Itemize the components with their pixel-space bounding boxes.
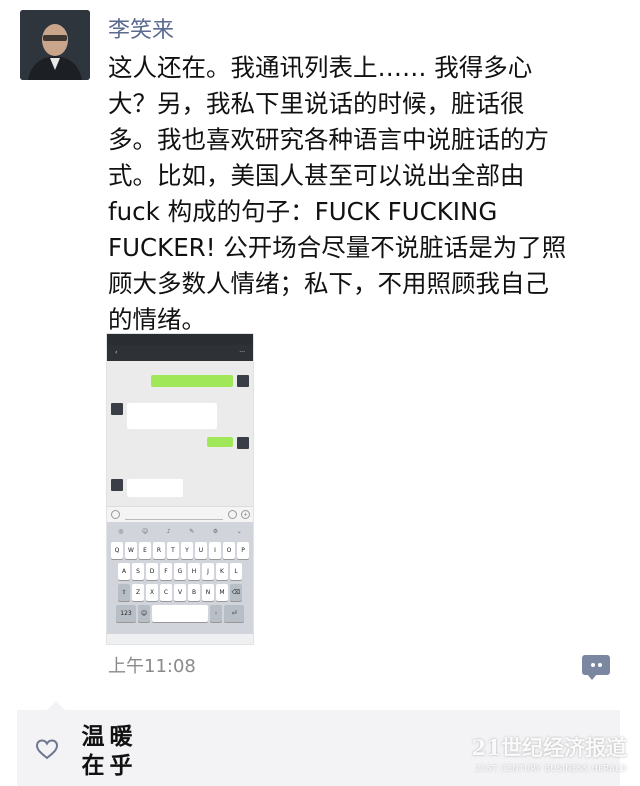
liker-avatar[interactable]: 温 暖 在 乎 [79,722,135,780]
key: I [209,542,221,559]
key: O [223,542,235,559]
author-name[interactable]: 李笑来 [108,12,174,44]
keyboard-tool-icon: ⚙ [212,527,219,535]
chat-avatar [111,479,123,491]
keyboard-toolbar: ◎ ☺ ♪ ✎ ⚙ ⌄ [109,524,251,538]
likes-panel: 温 暖 在 乎 21世纪经济报道 21ST CENTURY BUSINESS H… [17,701,627,786]
key: N [202,584,214,601]
key: E [139,542,151,559]
keyboard-row-1: Q W E R T Y U I O P [109,542,251,559]
key: P [237,542,249,559]
author-avatar[interactable] [20,10,90,80]
key: H [188,563,200,580]
backspace-key: ⌫ [230,584,242,601]
numbers-key: 123 [116,605,136,622]
key: X [146,584,158,601]
space-key [152,605,208,622]
key: A [118,563,130,580]
key: T [167,542,179,559]
key: B [188,584,200,601]
heart-icon[interactable] [35,738,59,760]
keyboard-tool-icon: ◎ [118,527,124,535]
seal-char: 在 [81,752,105,779]
chat-bubble-received [127,479,183,497]
key: K [216,563,228,580]
seal-char: 乎 [109,752,133,779]
keyboard-tool-icon: ⌄ [236,527,242,535]
moments-post: 李笑来 这人还在。我通讯列表上…… 我得多心 大？另，我私下里说话的时候，脏话很… [0,0,640,700]
publisher-watermark: 21世纪经济报道 21ST CENTURY BUSINESS HERALD [447,732,627,773]
chat-bubble-received [127,403,217,429]
key: D [146,563,158,580]
key: C [160,584,172,601]
chat-avatar [237,375,249,387]
keyboard-tool-icon: ☺ [142,527,149,535]
seal-char: 温 [81,723,105,750]
plus-icon: + [241,510,250,519]
chat-bubble-sent [151,375,233,387]
key: W [125,542,137,559]
comment-icon[interactable] [582,655,610,680]
watermark-title: 21世纪经济报道 [471,735,627,760]
key: F [160,563,172,580]
back-arrow-icon: ‹ [115,349,118,356]
key: G [174,563,186,580]
keyboard-row-4: 123 ☺ ◦ ⏎ [109,605,251,622]
keyboard-row-2: A S D F G H J K L [109,563,251,580]
key: Y [181,542,193,559]
key: V [174,584,186,601]
mic-key: ◦ [210,605,222,622]
screenshot-status-bar [107,334,253,345]
keyboard-row-3: ⇧ Z X C V B N M ⌫ [109,584,251,601]
shift-key: ⇧ [118,584,130,601]
more-icon: ··· [239,349,245,356]
post-text: 这人还在。我通讯列表上…… 我得多心 大？另，我私下里说话的时候，脏话很 多。我… [108,53,567,334]
post-time: 上午11:08 [108,656,196,677]
seal-char: 暖 [109,723,133,750]
keyboard-tool-icon: ♪ [166,527,171,535]
screenshot-nav-bar: ‹ ··· [107,345,253,361]
chat-avatar [237,437,249,449]
chat-avatar [111,403,123,415]
key: Z [132,584,144,601]
screenshot-chat [107,361,253,506]
key: J [202,563,214,580]
key: L [230,563,242,580]
voice-icon [111,510,120,519]
message-field [125,510,223,520]
key: M [216,584,228,601]
watermark-subtitle: 21ST CENTURY BUSINESS HERALD [475,764,627,773]
keyboard-tool-icon: ✎ [189,527,195,535]
chat-bubble-sent [207,437,233,447]
key: R [153,542,165,559]
key: U [195,542,207,559]
screenshot-input-bar: + [107,506,253,522]
key: S [132,563,144,580]
globe-key: ☺ [138,605,150,622]
attached-screenshot[interactable]: ‹ ··· + ◎ ☺ ♪ ✎ ⚙ ⌄ Q W E R T Y U I O P … [106,333,254,645]
key: Q [111,542,123,559]
return-key: ⏎ [224,605,244,622]
emoji-icon [228,510,237,519]
screenshot-keyboard: ◎ ☺ ♪ ✎ ⚙ ⌄ Q W E R T Y U I O P A S D F … [107,522,253,634]
